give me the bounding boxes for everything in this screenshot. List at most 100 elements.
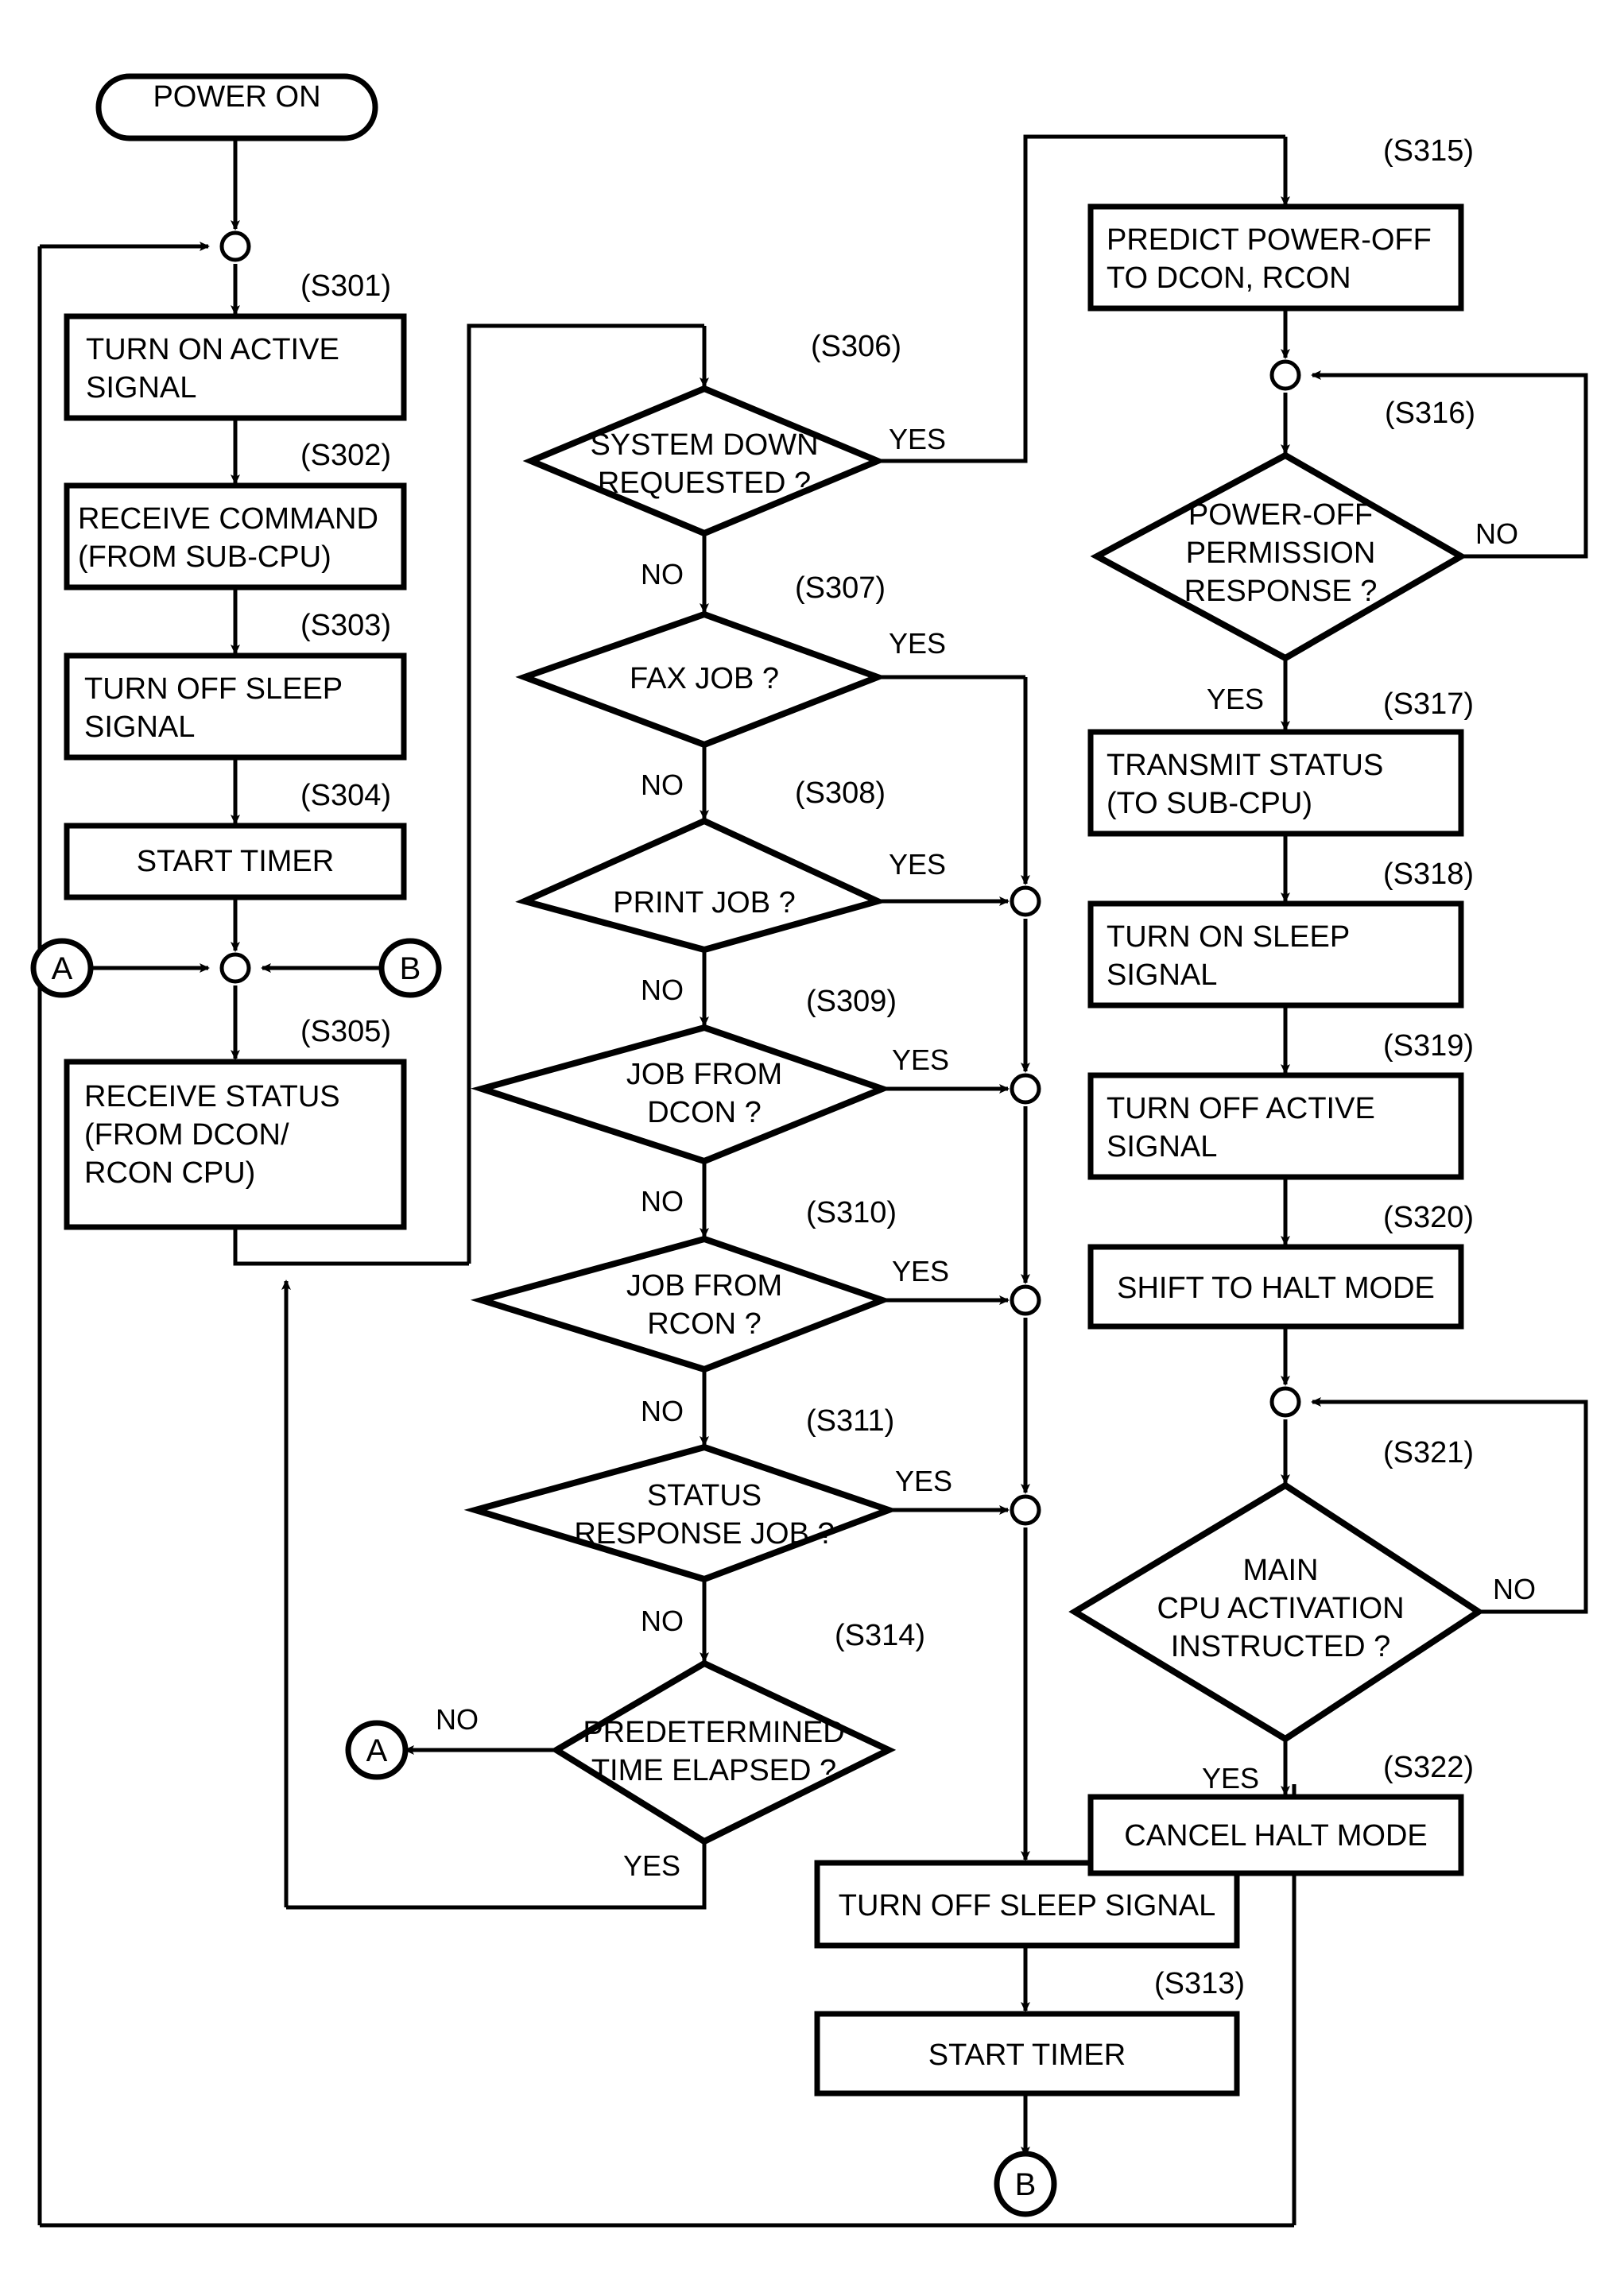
step-tag-s314: (S314) [835,1619,925,1652]
process-s313-line1: START TIMER [928,2039,1126,2072]
decision-s316: POWER-OFF PERMISSION RESPONSE ? (S316) N… [1090,397,1518,715]
decision-s308-line1: PRINT JOB ? [613,886,795,920]
decision-s321-line3: INSTRUCTED ? [1171,1630,1391,1663]
junction-j3 [1269,359,1301,391]
process-s318-line2: SIGNAL [1107,958,1217,992]
step-tag-s306: (S306) [811,330,901,363]
junction-j4 [1269,1386,1301,1418]
process-s303-line2: SIGNAL [84,710,195,744]
decision-s308-no: NO [641,974,684,1006]
decision-s309-line1: JOB FROM [626,1058,782,1091]
decision-s309: JOB FROM DCON ? (S309) YES NO [471,985,949,1218]
connector-b-target-label: B [1015,2167,1037,2202]
process-s317-line1: TRANSMIT STATUS [1107,749,1383,782]
decision-s316-line1: POWER-OFF [1188,498,1373,532]
decision-s311-no: NO [641,1605,684,1637]
process-s319: TURN OFF ACTIVE SIGNAL (S319) [1087,1029,1474,1180]
process-s301-line1: TURN ON ACTIVE [86,333,339,366]
decision-s307-yes: YES [889,627,946,660]
connector-b-label: B [400,951,421,986]
decision-s311: STATUS RESPONSE JOB ? (S311) YES NO [463,1404,952,1637]
decision-s306-yes: YES [889,423,946,455]
decision-s316-line3: RESPONSE ? [1184,575,1378,608]
connector-a-left: A [30,938,94,998]
step-tag-s303: (S303) [300,609,391,642]
process-s305-line3: RCON CPU) [84,1156,255,1190]
merge-node-1 [1010,885,1041,917]
decision-s316-line2: PERMISSION [1186,536,1376,570]
decision-s309-no: NO [641,1185,684,1218]
terminator-power-on-label: POWER ON [153,80,320,114]
merge-node-2 [1010,1073,1041,1105]
decision-s310-line2: RCON ? [647,1307,762,1341]
process-s304-line1: START TIMER [137,845,334,878]
step-tag-s302: (S302) [300,439,391,472]
step-tag-s319: (S319) [1383,1029,1474,1063]
terminator-power-on: POWER ON [95,73,378,141]
decision-s309-yes: YES [892,1043,949,1076]
process-s320-line1: SHIFT TO HALT MODE [1117,1272,1435,1305]
process-s318: TURN ON SLEEP SIGNAL (S318) [1087,858,1474,1009]
process-s303-line1: TURN OFF SLEEP [84,672,343,706]
decision-s316-yes: YES [1207,683,1264,715]
step-tag-s308: (S308) [795,776,886,810]
process-s319-line1: TURN OFF ACTIVE [1107,1092,1375,1125]
decision-s306-line1: SYSTEM DOWN [590,428,818,462]
process-s322: CANCEL HALT MODE (S322) [1087,1751,1474,1876]
decision-s306-line2: REQUESTED ? [598,467,811,500]
decision-s310-yes: YES [892,1255,949,1287]
process-s305-line2: (FROM DCON/ [84,1118,289,1152]
connector-b-target: B [994,2151,1057,2217]
process-s315-line1: PREDICT POWER-OFF [1107,223,1432,257]
junction-j1 [219,230,251,262]
step-tag-s301: (S301) [300,269,391,303]
step-tag-s318: (S318) [1383,858,1474,891]
decision-s321-line1: MAIN [1243,1554,1319,1587]
process-s317-line2: (TO SUB-CPU) [1107,787,1312,820]
decision-s321-no: NO [1493,1573,1536,1605]
process-s305-line1: RECEIVE STATUS [84,1080,340,1113]
decision-s311-yes: YES [895,1465,952,1497]
decision-s321-yes: YES [1202,1762,1259,1795]
process-s315-line2: TO DCON, RCON [1107,261,1351,295]
decision-s321-line2: CPU ACTIVATION [1157,1592,1404,1625]
step-tag-s313: (S313) [1154,1967,1245,2000]
connector-a-target-label: A [366,1733,388,1768]
decision-s314-yes: YES [623,1849,680,1882]
step-tag-s311: (S311) [806,1404,894,1438]
decision-s308: PRINT JOB ? (S308) YES NO [515,776,946,1006]
process-s320: SHIFT TO HALT MODE (S320) [1087,1201,1474,1330]
decision-s308-yes: YES [889,848,946,881]
merge-node-3 [1010,1284,1041,1316]
step-tag-s307: (S307) [795,571,886,605]
edge-s305-right [233,1228,469,1266]
connector-a-label: A [52,951,73,986]
step-tag-s317: (S317) [1383,687,1474,721]
process-s315: PREDICT POWER-OFF TO DCON, RCON (S315) [1087,134,1474,312]
decision-s314-line1: PREDETERMINED [583,1716,844,1749]
decision-s310: JOB FROM RCON ? (S310) YES NO [470,1196,949,1427]
process-s302-line2: (FROM SUB-CPU) [78,540,331,574]
step-tag-s321: (S321) [1383,1436,1474,1469]
step-tag-s316: (S316) [1385,397,1475,430]
step-tag-s322: (S322) [1383,1751,1474,1784]
connector-b-right: B [378,938,442,998]
decision-s314-no: NO [436,1703,479,1736]
process-s301-line2: SIGNAL [86,371,196,405]
decision-s307-line1: FAX JOB ? [630,662,779,695]
decision-s310-line1: JOB FROM [626,1269,782,1303]
decision-s307-no: NO [641,769,684,801]
decision-s309-line2: DCON ? [647,1096,762,1129]
step-tag-s304: (S304) [300,779,391,812]
decision-s306-no: NO [641,558,684,590]
decision-s310-no: NO [641,1395,684,1427]
decision-s314-line2: TIME ELAPSED ? [591,1754,836,1787]
decision-s307: FAX JOB ? (S307) YES NO [515,571,946,801]
process-s322-line1: CANCEL HALT MODE [1124,1819,1427,1853]
step-tag-s305: (S305) [300,1015,391,1048]
process-s313: START TIMER (S313) [814,1967,1245,2097]
step-tag-s310: (S310) [806,1196,897,1229]
step-tag-s320: (S320) [1383,1201,1474,1234]
flowchart-canvas: POWER ON TURN ON ACTIVE SIGNAL (S301) RE… [0,0,1624,2296]
junction-j2 [219,952,251,984]
